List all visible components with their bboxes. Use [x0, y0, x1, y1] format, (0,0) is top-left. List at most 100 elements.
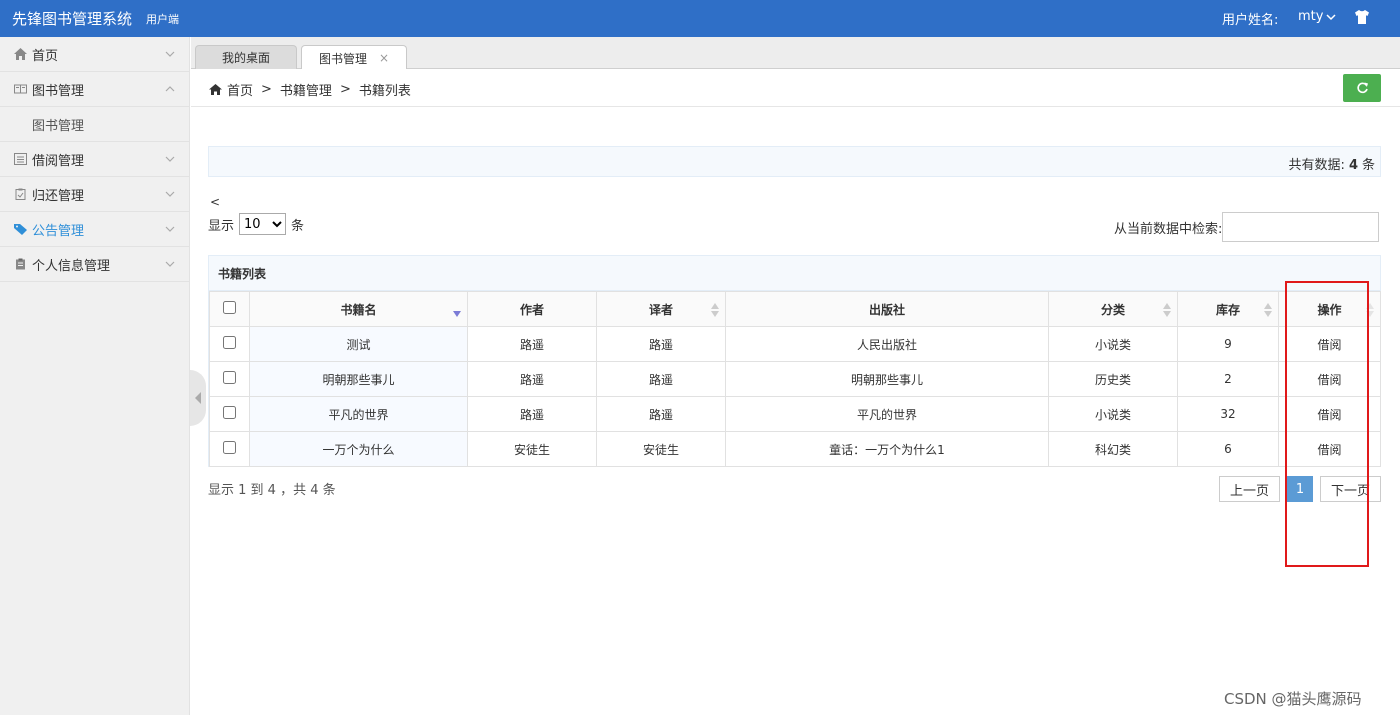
column-header-publisher[interactable]: 出版社 [725, 291, 1049, 327]
row-select-cell [209, 396, 250, 432]
book-table: 书籍名 作者 译者 出版社 分类 库存 操作 测试 路遥 路遥 人民出版社 小说… [209, 291, 1381, 467]
sidebar: 首页 图书管理 图书管理 借阅管理 归还管理 公告管理 个人信息管理 [0, 37, 190, 715]
sidebar-item-notice-management[interactable]: 公告管理 [0, 212, 189, 247]
total-label: 共有数据: [1288, 158, 1345, 173]
column-header-translator[interactable]: 译者 [596, 291, 726, 327]
row-checkbox[interactable] [223, 406, 236, 419]
user-menu[interactable]: mty [1298, 9, 1336, 24]
row-checkbox[interactable] [223, 336, 236, 349]
table-search: 从当前数据中检索: [1114, 212, 1380, 242]
cell-stock: 9 [1177, 326, 1279, 362]
stray-text: < [210, 195, 221, 209]
refresh-button[interactable] [1343, 74, 1381, 102]
column-header-label: 库存 [1215, 302, 1240, 317]
chevron-down-icon [165, 51, 175, 57]
length-suffix: 条 [291, 218, 305, 234]
column-header-category[interactable]: 分类 [1048, 291, 1178, 327]
cell-translator: 安徒生 [596, 431, 726, 467]
column-header-stock[interactable]: 库存 [1177, 291, 1279, 327]
row-checkbox[interactable] [223, 441, 236, 454]
book-table-panel: 书籍列表 书籍名 作者 译者 出版社 分类 库存 操作 测试 路遥 路遥 人民出… [208, 255, 1381, 467]
column-header-label: 分类 [1100, 302, 1125, 317]
table-caption: 书籍列表 [209, 256, 1380, 291]
sidebar-item-borrow-management[interactable]: 借阅管理 [0, 142, 189, 177]
row-select-cell [209, 431, 250, 467]
cell-book-name: 明朝那些事儿 [249, 361, 468, 397]
chevron-down-icon [165, 226, 175, 232]
prev-page-button[interactable]: 上一页 [1219, 476, 1280, 502]
total-number: 4 [1348, 158, 1358, 173]
table-header-row: 书籍名 作者 译者 出版社 分类 库存 操作 [209, 291, 1381, 327]
cell-translator: 路遥 [596, 361, 726, 397]
total-count: 共有数据: 4 条 [1289, 154, 1375, 173]
cell-category: 历史类 [1048, 361, 1178, 397]
close-icon[interactable]: × [379, 51, 389, 65]
length-prefix: 显示 [208, 218, 235, 234]
sidebar-collapse-handle[interactable] [190, 370, 206, 426]
breadcrumb-level2[interactable]: 书籍管理 [280, 80, 332, 99]
sidebar-item-label: 公告管理 [32, 223, 85, 239]
sidebar-item-label: 个人信息管理 [32, 258, 111, 274]
chevron-down-icon [165, 156, 175, 162]
annotation-highlight-box [1285, 281, 1369, 567]
sidebar-subitem-label: 图书管理 [32, 118, 85, 134]
cell-publisher: 人民出版社 [725, 326, 1049, 362]
clipboard-icon [15, 188, 26, 200]
sidebar-item-label: 首页 [32, 48, 59, 64]
table-row: 明朝那些事儿 路遥 路遥 明朝那些事儿 历史类 2 借阅 [209, 361, 1381, 397]
row-select-cell [209, 361, 250, 397]
cell-author: 路遥 [467, 396, 597, 432]
breadcrumb-separator: > [261, 82, 272, 97]
search-input[interactable] [1222, 212, 1380, 242]
sidebar-item-book-management[interactable]: 图书管理 [0, 72, 189, 107]
sidebar-item-label: 归还管理 [32, 188, 85, 204]
sidebar-item-home[interactable]: 首页 [0, 37, 189, 72]
cell-stock: 6 [1177, 431, 1279, 467]
select-all-checkbox[interactable] [223, 301, 236, 314]
breadcrumb-bar: 首页 > 书籍管理 > 书籍列表 [191, 69, 1400, 107]
sidebar-subitem-book-management[interactable]: 图书管理 [0, 107, 189, 142]
tab-bar: 我的桌面 图书管理 × [191, 37, 1400, 70]
user-label: 用户姓名: [1222, 13, 1279, 28]
tab-book-management[interactable]: 图书管理 × [301, 45, 407, 70]
sidebar-item-return-management[interactable]: 归还管理 [0, 177, 189, 212]
chevron-up-icon [165, 86, 175, 92]
sidebar-item-profile-management[interactable]: 个人信息管理 [0, 247, 189, 282]
cell-category: 小说类 [1048, 326, 1178, 362]
tab-label: 我的桌面 [221, 51, 270, 65]
breadcrumb: 首页 > 书籍管理 > 书籍列表 [209, 80, 411, 99]
cell-publisher: 童话：一万个为什么1 [725, 431, 1049, 467]
column-header-label: 书籍名 [340, 302, 377, 317]
row-select-cell [209, 326, 250, 362]
breadcrumb-separator: > [339, 82, 351, 97]
cell-author: 路遥 [467, 326, 597, 362]
table-row: 测试 路遥 路遥 人民出版社 小说类 9 借阅 [209, 326, 1381, 362]
cell-book-name: 平凡的世界 [249, 396, 468, 432]
chevron-down-icon [165, 261, 175, 267]
cell-publisher: 明朝那些事儿 [725, 361, 1049, 397]
table-row: 平凡的世界 路遥 路遥 平凡的世界 小说类 32 借阅 [209, 396, 1381, 432]
column-header-author[interactable]: 作者 [467, 291, 597, 327]
table-info: 显示 1 到 4 ，共 4 条 [208, 483, 336, 498]
chevron-left-icon [195, 392, 201, 404]
refresh-icon [1356, 82, 1368, 93]
book-icon [14, 84, 27, 94]
page-length-select[interactable]: 10 [239, 213, 287, 235]
column-header-book-name[interactable]: 书籍名 [249, 291, 468, 327]
shirt-icon[interactable] [1354, 10, 1370, 24]
cell-stock: 2 [1177, 361, 1279, 397]
watermark: CSDN @猫头鹰源码 [1224, 690, 1362, 708]
home-icon [209, 84, 222, 95]
row-checkbox[interactable] [223, 371, 236, 384]
tab-my-desktop[interactable]: 我的桌面 [195, 45, 297, 69]
total-unit: 条 [1361, 158, 1375, 173]
column-header-label: 作者 [519, 302, 544, 317]
list-icon [14, 153, 27, 165]
cell-translator: 路遥 [596, 396, 726, 432]
column-header-label: 译者 [648, 302, 673, 317]
summary-panel: 共有数据: 4 条 [208, 146, 1381, 177]
select-all-cell [209, 291, 250, 327]
tag-icon [14, 224, 27, 235]
app-title: 先锋图书管理系统 [12, 10, 133, 28]
breadcrumb-home[interactable]: 首页 [227, 80, 253, 99]
